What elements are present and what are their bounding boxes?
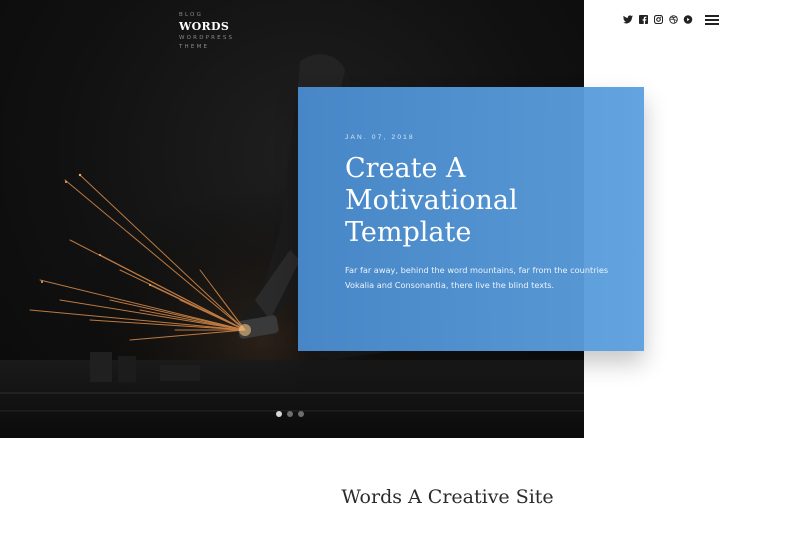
instagram-icon[interactable] <box>653 14 663 24</box>
section-title: Words A Creative Site <box>341 486 554 508</box>
slider-dot-3[interactable] <box>298 411 304 417</box>
featured-post-card[interactable]: JAN. 07, 2018 Create A Motivational Temp… <box>298 87 644 351</box>
twitter-icon[interactable] <box>623 14 633 24</box>
logo-tagline-line2: THEME <box>179 44 210 50</box>
dribbble-icon[interactable] <box>668 14 678 24</box>
post-date: JAN. 07, 2018 <box>345 134 415 141</box>
site-logo[interactable]: BLOG WORDS WORDPRESS THEME <box>179 11 234 52</box>
facebook-icon[interactable] <box>638 14 648 24</box>
logo-tagline-line1: WORDPRESS <box>179 35 235 41</box>
slider-dot-1[interactable] <box>276 411 282 417</box>
post-excerpt: Far far away, behind the word mountains,… <box>345 265 609 290</box>
logo-brand: WORDS <box>179 20 230 33</box>
social-links <box>623 14 693 24</box>
post-meta-strip <box>355 528 535 533</box>
post-title[interactable]: Create A Motivational Template <box>345 153 625 249</box>
slider-dot-2[interactable] <box>287 411 293 417</box>
youtube-icon[interactable] <box>683 14 693 24</box>
hamburger-menu-icon[interactable] <box>705 15 719 25</box>
slider-pagination <box>276 411 304 417</box>
logo-top-label: BLOG <box>179 12 204 18</box>
